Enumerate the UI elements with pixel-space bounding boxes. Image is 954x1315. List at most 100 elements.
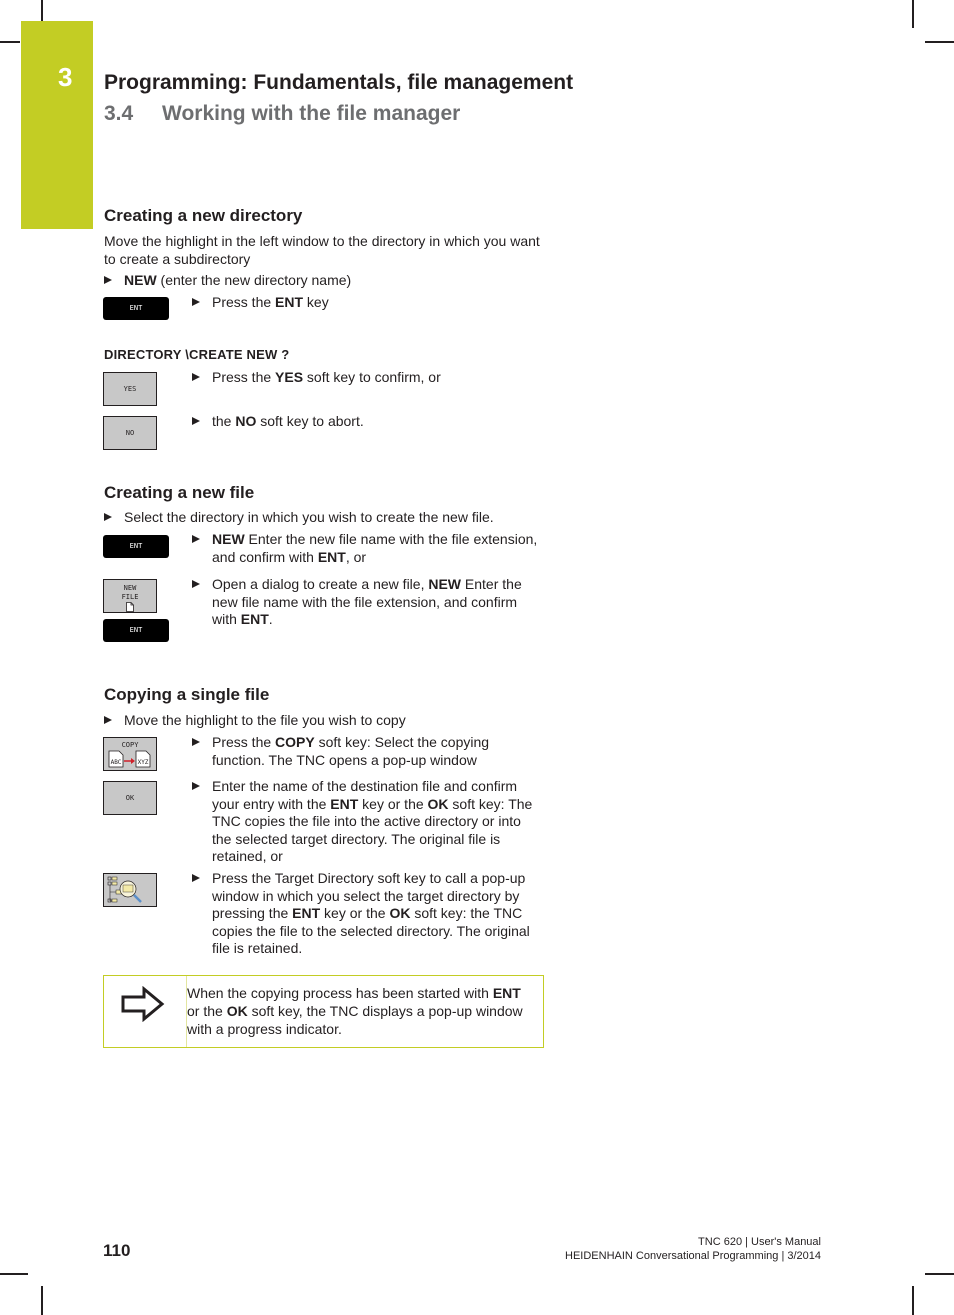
- footer-line-1: TNC 620 | User's Manual: [698, 1236, 821, 1248]
- document-icon: [126, 602, 134, 612]
- keyword: YES: [275, 369, 304, 385]
- step-text: soft key to abort.: [256, 413, 364, 429]
- copy-file-step-2: Press the COPY soft key: Select the copy…: [192, 734, 544, 769]
- new-file-step-1: Select the directory in which you wish t…: [104, 509, 544, 527]
- step-text: , or: [345, 548, 367, 565]
- crop-mark: [912, 1286, 914, 1315]
- step-text: .: [268, 611, 273, 627]
- bullet-triangle-icon: [192, 298, 200, 306]
- new-directory-intro: Move the highlight in the left window to…: [104, 233, 540, 267]
- copy-file-step-3: Enter the name of the destination file a…: [192, 778, 544, 866]
- step-text: Select the directory in which you wish t…: [124, 509, 494, 525]
- keyword: NEW: [428, 576, 462, 592]
- softkey-label: NEW: [123, 584, 137, 592]
- crop-mark: [41, 1286, 43, 1315]
- chapter-title: Programming: Fundamentals, file manageme…: [104, 71, 574, 94]
- keyword: ENT: [330, 795, 359, 812]
- target-directory-softkey[interactable]: [103, 873, 157, 907]
- bullet-triangle-icon: [104, 276, 112, 284]
- keyword: NO: [235, 413, 257, 429]
- chapter-tab: [21, 21, 93, 229]
- arrow-right-outline-icon: [121, 986, 165, 1022]
- ok-softkey[interactable]: OK: [103, 781, 157, 815]
- section-title-text: Working with the file manager: [162, 102, 461, 125]
- svg-text:XYZ: XYZ: [138, 759, 149, 766]
- ent-key[interactable]: ENT: [103, 535, 169, 558]
- ent-key[interactable]: ENT: [103, 297, 169, 320]
- new-directory-step-1: NEW (enter the new directory name): [104, 272, 544, 290]
- heading-copy-file: Copying a single file: [104, 685, 270, 704]
- new-file-step-3: Open a dialog to create a new file, NEW …: [192, 576, 544, 629]
- bullet-triangle-icon: [192, 580, 200, 588]
- dialog-prompt: DIRECTORY \CREATE NEW ?: [104, 347, 290, 362]
- step-text: soft key to confirm, or: [303, 369, 441, 385]
- crop-mark: [912, 0, 914, 28]
- step-text: Move the highlight to the file you wish …: [124, 712, 406, 728]
- copy-file-step-1: Move the highlight to the file you wish …: [104, 712, 544, 730]
- keyword: COPY: [275, 734, 315, 750]
- keyword: ENT: [292, 905, 321, 921]
- crop-mark: [925, 41, 954, 43]
- directory-tree-magnifier-icon: [107, 876, 142, 903]
- keyword: OK: [389, 905, 411, 921]
- bullet-triangle-icon: [192, 417, 200, 425]
- step-text: Press the: [212, 734, 276, 750]
- new-directory-step-4: the NO soft key to abort.: [192, 413, 544, 431]
- step-text: Open a dialog to create a new file,: [212, 576, 429, 592]
- softkey-label: NO: [125, 429, 135, 437]
- softkey-label: YES: [123, 385, 137, 393]
- new-directory-step-3: Press the YES soft key to confirm, or: [192, 369, 544, 387]
- note-text-part: When the copying process has been starte…: [187, 985, 493, 1001]
- keyword: OK: [226, 1003, 248, 1019]
- crop-mark: [0, 1273, 28, 1275]
- bullet-triangle-icon: [192, 373, 200, 381]
- step-text: (enter the new directory name): [156, 272, 352, 288]
- heading-new-file: Creating a new file: [104, 483, 255, 502]
- step-text: the: [212, 413, 236, 429]
- step-text: key or the: [358, 795, 428, 812]
- step-text: Press the: [212, 294, 276, 310]
- yes-softkey[interactable]: YES: [103, 372, 157, 406]
- note-text-part: or the: [187, 1003, 227, 1019]
- footer-info: TNC 620 | User's Manual HEIDENHAIN Conve…: [565, 1235, 821, 1263]
- ent-key[interactable]: ENT: [103, 619, 169, 642]
- softkey-label: OK: [125, 794, 135, 802]
- new-file-softkey[interactable]: NEW FILE: [103, 579, 157, 613]
- step-text: key: [303, 294, 329, 310]
- new-file-step-2: NEW Enter the new file name with the fil…: [192, 531, 544, 566]
- bullet-triangle-icon: [192, 535, 200, 543]
- bullet-triangle-icon: [192, 874, 200, 882]
- svg-text:ABC: ABC: [111, 759, 122, 766]
- keyword: OK: [427, 795, 449, 812]
- step-text: key or the: [320, 905, 390, 921]
- section-number: 3.4: [104, 102, 134, 125]
- new-directory-step-2: Press the ENT key: [192, 294, 544, 312]
- crop-mark: [925, 1273, 954, 1275]
- copy-file-icon: ABC XYZ: [108, 750, 151, 768]
- no-softkey[interactable]: NO: [103, 416, 157, 450]
- note-box: When the copying process has been starte…: [103, 975, 544, 1048]
- page-number: 110: [103, 1241, 131, 1260]
- copy-softkey[interactable]: COPY ABC XYZ: [103, 737, 157, 771]
- bullet-triangle-icon: [192, 738, 200, 746]
- bullet-triangle-icon: [104, 716, 112, 724]
- softkey-label: COPY: [121, 741, 139, 749]
- step-text: Enter the new file name with the file ex…: [212, 531, 538, 565]
- crop-mark: [0, 41, 20, 43]
- copy-file-step-4: Press the Target Directory soft key to c…: [192, 870, 544, 958]
- footer-line-2: HEIDENHAIN Conversational Programming | …: [565, 1250, 821, 1262]
- softkey-label: FILE: [121, 593, 139, 601]
- keyword: ENT: [240, 611, 269, 627]
- step-text: Press the: [212, 369, 276, 385]
- section-title: 3.4 Working with the file manager: [104, 102, 460, 126]
- keyword: NEW: [212, 531, 245, 547]
- keyword: NEW: [124, 272, 157, 288]
- heading-new-directory: Creating a new directory: [104, 206, 303, 225]
- bullet-triangle-icon: [104, 513, 112, 521]
- bullet-triangle-icon: [192, 782, 200, 790]
- note-text: When the copying process has been starte…: [187, 984, 537, 1038]
- keyword: ENT: [317, 548, 346, 565]
- keyword: ENT: [275, 294, 304, 310]
- keyword: ENT: [492, 985, 521, 1001]
- chapter-number: 3: [58, 62, 73, 92]
